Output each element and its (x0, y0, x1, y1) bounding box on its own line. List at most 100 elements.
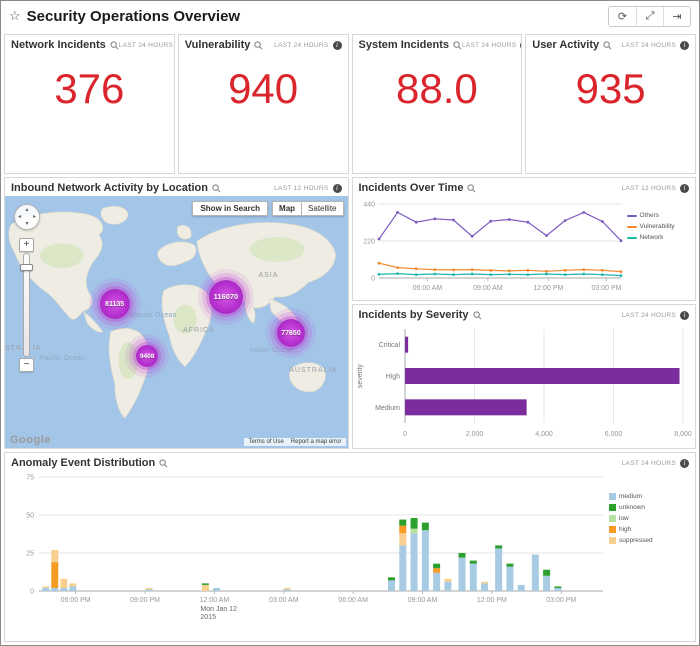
map-type-toggle: Map Satellite (272, 201, 343, 216)
kpi-value[interactable]: 88.0 (353, 65, 522, 113)
favorite-star-icon[interactable]: ☆ (9, 8, 21, 24)
svg-text:High: High (385, 374, 400, 381)
time-range-label: LAST 12 HOURS (274, 185, 328, 192)
fullscreen-button[interactable]: ⤢ (636, 7, 663, 26)
panel-header: Incidents by Severity LAST 24 HOURS i (353, 305, 696, 323)
legend-item-others[interactable]: Others (627, 212, 691, 219)
map-type-button[interactable]: Map (272, 201, 302, 216)
svg-text:03:00 AM: 03:00 AM (269, 597, 299, 604)
kpi-value[interactable]: 376 (5, 65, 174, 113)
incidents-over-time-chart[interactable]: 022044006:00 AM09:00 AM12:00 PM03:00 PM (353, 196, 627, 294)
legend-swatch (627, 237, 637, 239)
kpi-value[interactable]: 940 (179, 65, 348, 113)
info-icon[interactable]: i (333, 41, 342, 50)
zoom-slider-handle[interactable] (20, 264, 33, 271)
legend-swatch (609, 537, 616, 544)
legend-swatch (609, 515, 616, 522)
magnifier-icon[interactable] (254, 41, 263, 50)
pan-up-button[interactable]: ▴ (25, 207, 28, 213)
satellite-type-button[interactable]: Satellite (302, 201, 343, 216)
marker-count: 9408 (140, 353, 154, 360)
map-label-asia: ASIA (258, 272, 278, 279)
map-label-africa: AFRICA (183, 327, 215, 334)
legend-swatch (609, 504, 616, 511)
time-range-label: LAST 24 HOURS (622, 460, 676, 467)
pan-right-button[interactable]: ▸ (33, 214, 36, 220)
panel-title: Anomaly Event Distribution (11, 457, 155, 469)
bottom-row: Anomaly Event Distribution LAST 24 HOURS… (4, 452, 696, 642)
map-marker-europe[interactable]: 116070 (209, 280, 243, 314)
map-marker-east-asia[interactable]: 77650 (277, 319, 305, 347)
map-marker-south-america[interactable]: 9408 (136, 345, 158, 367)
info-icon[interactable]: i (520, 41, 522, 50)
marker-count: 77650 (281, 330, 300, 337)
magnifier-icon[interactable] (453, 41, 462, 50)
time-range-label: LAST 24 HOURS (274, 42, 328, 49)
anomaly-distribution-chart[interactable]: 025507506:00 PM09:00 PM12:00 AM03:00 AM0… (9, 471, 609, 621)
map-canvas[interactable]: ASIA AFRICA AUSTRALIA STRALIA Atlantic O… (5, 196, 348, 448)
svg-text:Mon Jan 12: Mon Jan 12 (200, 606, 237, 613)
incidents-over-time-panel: Incidents Over Time LAST 12 HOURS i 0220… (352, 177, 697, 301)
svg-text:severity: severity (357, 363, 364, 388)
svg-text:4,000: 4,000 (535, 431, 553, 438)
svg-text:0: 0 (30, 589, 34, 596)
magnifier-icon[interactable] (212, 184, 221, 193)
export-icon: ⇥ (672, 10, 681, 23)
magnifier-icon[interactable] (110, 41, 119, 50)
time-range-label: LAST 24 HOURS (622, 42, 676, 49)
magnifier-icon[interactable] (467, 184, 476, 193)
fullscreen-icon: ⤢ (646, 10, 655, 23)
legend-label: Others (640, 212, 660, 219)
svg-text:2015: 2015 (200, 614, 216, 621)
legend-item-vulnerability[interactable]: Vulnerability (627, 223, 691, 230)
incidents-by-severity-chart[interactable]: 02,0004,0006,0008,000CriticalHighMediums… (353, 323, 693, 441)
dashboard: ☆ Security Operations Overview ⟳ ⤢ ⇥ Net… (0, 0, 700, 646)
time-range-label: LAST 24 HOURS (622, 312, 676, 319)
legend-item-medium[interactable]: medium (609, 493, 685, 500)
show-in-search-button[interactable]: Show in Search (192, 201, 268, 216)
info-icon[interactable]: i (680, 459, 689, 468)
kpi-value[interactable]: 935 (526, 65, 695, 113)
refresh-button[interactable]: ⟳ (609, 7, 636, 26)
info-icon[interactable]: i (333, 184, 342, 193)
time-range-label: LAST 24 HOURS (462, 42, 516, 49)
map-marker-north-america[interactable]: 81135 (100, 289, 130, 319)
legend-item-low[interactable]: low (609, 515, 685, 522)
zoom-out-button[interactable]: − (19, 358, 34, 372)
time-range-label: LAST 24 HOURS (119, 42, 173, 49)
legend-item-unknown[interactable]: unknown (609, 504, 685, 511)
legend-swatch (609, 526, 616, 533)
legend-item-network[interactable]: Network (627, 234, 691, 241)
kpi-row: Network Incidents LAST 24 HOURS i 376 Vu… (4, 34, 696, 174)
export-button[interactable]: ⇥ (663, 7, 690, 26)
legend-item-suppressed[interactable]: suppressed (609, 537, 685, 544)
info-icon[interactable]: i (680, 311, 689, 320)
magnifier-icon[interactable] (603, 41, 612, 50)
pan-down-button[interactable]: ▾ (25, 221, 28, 227)
panel-title: Incidents Over Time (359, 182, 464, 194)
pan-left-button[interactable]: ◂ (18, 214, 21, 220)
legend-item-high[interactable]: high (609, 526, 685, 533)
map-zoom-control: + − (19, 238, 34, 372)
map-pan-control[interactable]: ▴ ▾ ◂ ▸ (14, 204, 40, 230)
svg-text:6,000: 6,000 (604, 431, 622, 438)
kpi-panel-system-incidents: System Incidents LAST 24 HOURS i 88.0 (352, 34, 523, 174)
magnifier-icon[interactable] (159, 459, 168, 468)
magnifier-icon[interactable] (473, 311, 482, 320)
info-icon[interactable]: i (680, 184, 689, 193)
legend-label: low (619, 515, 629, 522)
info-icon[interactable]: i (680, 41, 689, 50)
svg-text:06:00 AM: 06:00 AM (412, 285, 442, 292)
svg-text:440: 440 (363, 202, 375, 209)
svg-text:12:00 PM: 12:00 PM (477, 597, 507, 604)
report-map-error-link[interactable]: Report a map error (291, 439, 342, 445)
panel-title: Incidents by Severity (359, 309, 469, 321)
chart-legend: medium unknown low high suppressed (609, 471, 685, 641)
terms-of-use-link[interactable]: Terms of Use (248, 439, 283, 445)
zoom-slider[interactable] (23, 253, 30, 357)
map-label-indian-ocean: Indian Ocean (250, 347, 294, 354)
map-label-atlantic-ocean: Atlantic Ocean (128, 312, 176, 319)
legend-label: Network (640, 234, 664, 241)
google-logo[interactable]: Google (10, 434, 51, 446)
zoom-in-button[interactable]: + (19, 238, 34, 252)
